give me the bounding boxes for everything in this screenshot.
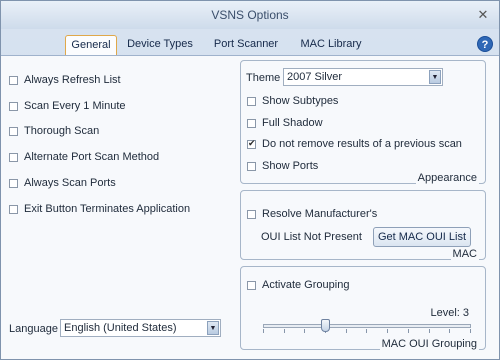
appearance-group: Theme 2007 Silver ▼ Show Subtypes Full S…: [240, 60, 486, 184]
always-refresh-list-checkbox[interactable]: Always Refresh List: [9, 72, 121, 88]
checkbox-box[interactable]: [247, 280, 256, 290]
checkbox-label: Resolve Manufacturer's: [262, 208, 378, 220]
mac-oui-grouping-group: Activate Grouping Level: 3 MAC OUI Group…: [240, 266, 486, 350]
checkbox-box[interactable]: [247, 118, 256, 128]
chevron-down-icon[interactable]: ▼: [429, 70, 441, 84]
thorough-scan-checkbox[interactable]: Thorough Scan: [9, 123, 99, 139]
alternate-port-scan-checkbox[interactable]: Alternate Port Scan Method: [9, 149, 159, 165]
tab-bar: General Device Types Port Scanner MAC Li…: [1, 33, 499, 55]
scan-every-minute-checkbox[interactable]: Scan Every 1 Minute: [9, 98, 126, 114]
keep-previous-results-checkbox[interactable]: Do not remove results of a previous scan: [247, 136, 462, 152]
language-label: Language: [9, 323, 58, 335]
language-value: English (United States): [64, 322, 177, 334]
show-subtypes-checkbox[interactable]: Show Subtypes: [247, 93, 338, 109]
activate-grouping-checkbox[interactable]: Activate Grouping: [247, 277, 349, 293]
appearance-caption: Appearance: [415, 172, 479, 184]
checkbox-label: Exit Button Terminates Application: [24, 203, 191, 215]
help-icon[interactable]: ?: [477, 36, 493, 52]
mac-group: Resolve Manufacturer's OUI List Not Pres…: [240, 190, 486, 260]
options-window: VSNS Options ✕ General Device Types Port…: [0, 0, 500, 360]
get-mac-oui-list-button[interactable]: Get MAC OUI List: [373, 227, 471, 247]
full-shadow-checkbox[interactable]: Full Shadow: [247, 115, 323, 131]
checkbox-box[interactable]: [9, 101, 18, 111]
show-ports-checkbox[interactable]: Show Ports: [247, 158, 318, 174]
grouping-caption: MAC OUI Grouping: [379, 338, 479, 350]
tab-general[interactable]: General: [65, 35, 117, 55]
checkbox-box[interactable]: [9, 75, 18, 85]
exit-terminates-checkbox[interactable]: Exit Button Terminates Application: [9, 201, 190, 217]
checkbox-box[interactable]: [9, 178, 18, 188]
tab-port-scanner[interactable]: Port Scanner: [209, 35, 283, 55]
close-icon[interactable]: ✕: [475, 7, 491, 23]
checkbox-box[interactable]: [9, 204, 18, 214]
checkbox-label: Activate Grouping: [262, 279, 350, 291]
theme-label: Theme: [246, 72, 281, 84]
checkbox-box[interactable]: [247, 96, 256, 106]
checkbox-box[interactable]: [247, 209, 256, 219]
checkbox-label: Thorough Scan: [24, 125, 100, 137]
checkbox-label: Always Refresh List: [24, 74, 121, 86]
checkbox-box[interactable]: [247, 138, 256, 149]
general-tab-content: Always Refresh List Scan Every 1 Minute …: [1, 55, 499, 359]
oui-status-text: OUI List Not Present: [261, 231, 362, 243]
mac-caption: MAC: [450, 248, 479, 260]
checkbox-box[interactable]: [9, 152, 18, 162]
tab-mac-library[interactable]: MAC Library: [295, 35, 367, 55]
level-slider-ticks: [263, 329, 471, 335]
checkbox-label: Full Shadow: [262, 117, 323, 129]
checkbox-label: Do not remove results of a previous scan: [262, 138, 462, 150]
theme-select[interactable]: 2007 Silver ▼: [283, 68, 443, 86]
level-text: Level: 3: [430, 307, 469, 319]
level-slider-thumb[interactable]: [321, 319, 331, 332]
chevron-down-icon[interactable]: ▼: [207, 321, 219, 335]
checkbox-box[interactable]: [247, 161, 256, 171]
checkbox-box[interactable]: [9, 126, 18, 136]
checkbox-label: Alternate Port Scan Method: [24, 151, 160, 163]
checkbox-label: Always Scan Ports: [24, 177, 116, 189]
resolve-manufacturer-checkbox[interactable]: Resolve Manufacturer's: [247, 206, 377, 222]
language-select[interactable]: English (United States) ▼: [60, 319, 221, 337]
tab-device-types[interactable]: Device Types: [123, 35, 197, 55]
window-title: VSNS Options: [211, 8, 289, 22]
level-slider-track[interactable]: [263, 324, 471, 328]
checkbox-label: Show Ports: [262, 160, 319, 172]
theme-value: 2007 Silver: [287, 71, 343, 83]
title-bar: VSNS Options ✕: [1, 1, 499, 29]
checkbox-label: Show Subtypes: [262, 95, 339, 107]
checkbox-label: Scan Every 1 Minute: [24, 100, 126, 112]
always-scan-ports-checkbox[interactable]: Always Scan Ports: [9, 175, 116, 191]
